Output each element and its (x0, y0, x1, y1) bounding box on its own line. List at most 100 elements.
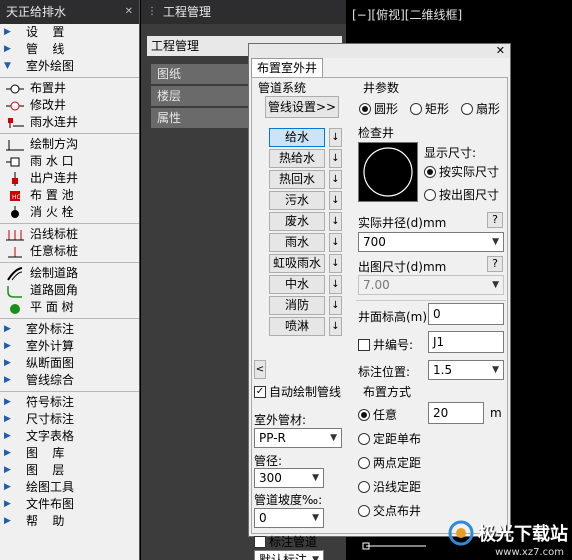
shape-radio-sector[interactable]: 扇形 (461, 100, 500, 117)
menu-item[interactable]: 道路圆角 (0, 282, 139, 299)
tab-properties[interactable]: 属性 (151, 108, 251, 128)
pipe-down-arrow-button[interactable]: ↓ (329, 254, 342, 273)
pipe-button[interactable]: 中水 (269, 275, 325, 294)
tab-place-outdoor-well[interactable]: 布置室外井 (251, 58, 324, 78)
menu-item[interactable]: ▶ 文字表格 (0, 428, 139, 445)
menu-item[interactable]: ▶ 图 库 (0, 445, 139, 462)
help-button[interactable]: ? (487, 256, 503, 272)
layout-option-radio[interactable]: 两点定距 (358, 454, 421, 471)
menu-item[interactable]: 布置井 (0, 80, 139, 97)
chevron-right-icon: ▶ (4, 431, 11, 441)
display-actual-radio[interactable]: 按实际尺寸 (424, 163, 499, 180)
pipe-button[interactable]: 热给水 (269, 149, 325, 168)
menu-item[interactable]: 修改井 (0, 97, 139, 114)
radio-dot[interactable] (358, 408, 370, 421)
pipe-down-arrow-button[interactable]: ↓ (329, 128, 342, 147)
diameter-select[interactable]: 300 ▼ (254, 468, 324, 488)
radio-dot[interactable] (358, 504, 370, 517)
well-number-checkbox[interactable]: 井编号: (358, 336, 413, 353)
mark-style-select[interactable]: 默认标注 ▼ (254, 550, 324, 560)
menu-item[interactable]: ▶ 室外标注 (0, 321, 139, 338)
pin-icon[interactable]: ⋮ (147, 0, 157, 24)
menu-item[interactable]: 沿线标桩 (0, 226, 139, 243)
menu-item[interactable]: ▶ 纵断面图 (0, 355, 139, 372)
radio-dot[interactable] (359, 102, 371, 115)
well-number-check-box[interactable] (358, 338, 370, 351)
pipe-down-arrow-button[interactable]: ↓ (329, 296, 342, 315)
menu-item[interactable]: 雨 水 口 (0, 153, 139, 170)
distance-input[interactable]: 20 (428, 402, 484, 424)
dialog-title-bar[interactable]: ✕ (249, 44, 510, 58)
menu-item[interactable]: ▶ 文件布图 (0, 496, 139, 513)
pipe-button[interactable]: 虹吸雨水 (269, 254, 325, 273)
scroll-left-button[interactable]: < (254, 360, 266, 379)
shape-radio-rect[interactable]: 矩形 (410, 100, 449, 117)
label-position-select[interactable]: 1.5 ▼ (428, 360, 504, 380)
radio-dot[interactable] (461, 102, 473, 115)
chevron-right-icon: ▶ (4, 465, 11, 475)
help-button[interactable]: ? (487, 212, 503, 228)
menu-item[interactable]: ▶ 图 层 (0, 462, 139, 479)
pipe-down-arrow-button[interactable]: ↓ (329, 191, 342, 210)
pipe-button[interactable]: 消防 (269, 296, 325, 315)
display-drawing-radio[interactable]: 按出图尺寸 (424, 186, 499, 203)
layout-option-radio[interactable]: 沿线定距 (358, 478, 421, 495)
auto-draw-pipe-checkbox[interactable]: ✓ 自动绘制管线 (254, 383, 341, 400)
pipe-settings-button[interactable]: 管线设置>> (265, 96, 339, 118)
menu-item[interactable]: HC 布 置 池 (0, 187, 139, 204)
radio-dot[interactable] (358, 432, 370, 445)
layout-option-radio[interactable]: 定距单布 (358, 430, 421, 447)
auto-draw-check-box[interactable]: ✓ (254, 385, 266, 398)
pipe-down-arrow-button[interactable]: ↓ (329, 317, 342, 336)
menu-item[interactable]: ▼ 室外绘图 (0, 58, 139, 75)
menu-item-label: 道路圆角 (30, 283, 79, 297)
radio-dot[interactable] (424, 188, 436, 201)
menu-item[interactable]: ▶ 符号标注 (0, 394, 139, 411)
slope-select[interactable]: 0 ▼ (254, 508, 324, 528)
mark-pipe-check-box[interactable] (254, 535, 266, 548)
pipe-down-arrow-button[interactable]: ↓ (329, 170, 342, 189)
radio-dot[interactable] (358, 480, 370, 493)
menu-item[interactable]: ▶ 帮 助 (0, 513, 139, 530)
dialog-body: 管道系统 管线设置>> 给水 ↓ 热给水 ↓ 热回水 ↓ 污水 ↓ 废水 ↓ 雨水 ↓ 虹吸雨水 ↓ 中水 ↓… (251, 77, 508, 560)
menu-item[interactable]: 绘制道路 (0, 265, 139, 282)
radio-dot[interactable] (424, 165, 436, 178)
pipe-button[interactable]: 给水 (269, 128, 325, 147)
viewport-label[interactable]: [−][俯视][二维线框] (352, 6, 462, 23)
pipe-button[interactable]: 热回水 (269, 170, 325, 189)
pipe-down-arrow-button[interactable]: ↓ (329, 275, 342, 294)
actual-diameter-select[interactable]: 700 ▼ (358, 232, 504, 252)
radio-dot[interactable] (358, 456, 370, 469)
mark-pipe-checkbox[interactable]: 标注管道 (254, 533, 317, 550)
layout-option-radio[interactable]: 交点布井 (358, 502, 421, 519)
menu-item[interactable]: ▶ 管 线 (0, 41, 139, 58)
pipe-down-arrow-button[interactable]: ↓ (329, 233, 342, 252)
close-icon[interactable]: ✕ (496, 44, 505, 58)
pipe-down-arrow-button[interactable]: ↓ (329, 149, 342, 168)
pipe-button[interactable]: 雨水 (269, 233, 325, 252)
tab-drawings[interactable]: 图纸 (151, 64, 251, 84)
menu-item[interactable]: ▶ 室外计算 (0, 338, 139, 355)
layout-option-radio[interactable]: 任意 (358, 406, 397, 423)
shape-radio-circle[interactable]: 圆形 (359, 100, 398, 117)
menu-item[interactable]: ▶ 绘图工具 (0, 479, 139, 496)
menu-item[interactable]: 出户连井 (0, 170, 139, 187)
pipe-button[interactable]: 废水 (269, 212, 325, 231)
pipe-down-arrow-button[interactable]: ↓ (329, 212, 342, 231)
menu-item[interactable]: 雨水连井 (0, 114, 139, 131)
radio-dot[interactable] (410, 102, 422, 115)
menu-item[interactable]: 任意标桩 (0, 243, 139, 260)
menu-item[interactable]: 平 面 树 (0, 299, 139, 316)
menu-item[interactable]: 消 火 栓 (0, 204, 139, 221)
pipe-button[interactable]: 喷淋 (269, 317, 325, 336)
pipe-button[interactable]: 污水 (269, 191, 325, 210)
menu-item[interactable]: ▶ 设 置 (0, 24, 139, 41)
elevation-input[interactable]: 0 (428, 303, 504, 325)
tab-floors[interactable]: 楼层 (151, 86, 251, 106)
menu-item[interactable]: ▶ 管线综合 (0, 372, 139, 389)
well-number-input[interactable]: J1 (428, 331, 504, 353)
panel-close-icon[interactable]: ✕ (125, 0, 133, 24)
menu-item[interactable]: ▶ 尺寸标注 (0, 411, 139, 428)
material-select[interactable]: PP-R ▼ (254, 428, 342, 448)
menu-item[interactable]: 绘制方沟 (0, 136, 139, 153)
